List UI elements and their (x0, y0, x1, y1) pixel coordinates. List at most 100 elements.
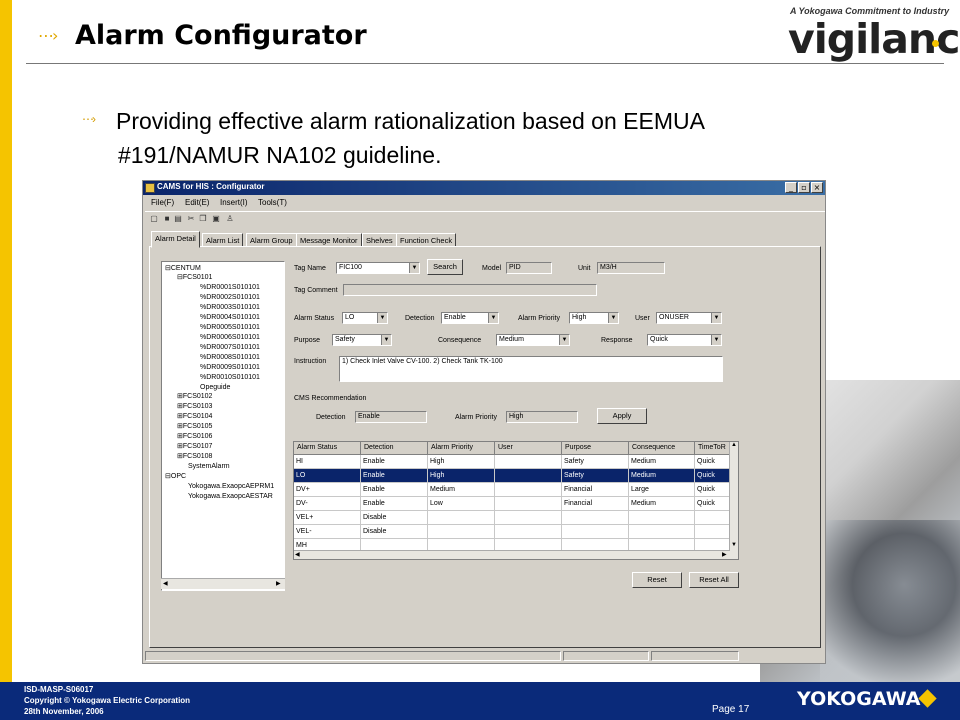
table-cell[interactable] (495, 525, 562, 539)
tree-node[interactable]: SystemAlarm (188, 462, 230, 471)
scroll-up-icon[interactable]: ▲ (731, 442, 737, 448)
table-cell[interactable]: VEL- (294, 525, 361, 539)
table-cell[interactable]: Financial (562, 497, 629, 511)
tree-node[interactable]: ⊞FCS0104 (177, 412, 212, 421)
close-button[interactable]: × (811, 182, 823, 193)
table-cell[interactable]: Quick (695, 497, 730, 511)
chevron-down-icon[interactable]: ▼ (409, 263, 419, 273)
tree-node[interactable]: %DR0002S010101 (200, 293, 260, 302)
tree-node[interactable]: %DR0004S010101 (200, 313, 260, 322)
tree-node[interactable]: Yokogawa.ExaopcAESTAR (188, 492, 273, 501)
chevron-down-icon[interactable]: ▼ (488, 313, 498, 323)
purpose-select[interactable]: Safety ▼ (332, 334, 392, 346)
grid-vertical-scrollbar[interactable]: ▲ ▼ (729, 442, 738, 559)
tree-node[interactable]: %DR0007S010101 (200, 343, 260, 352)
table-cell[interactable]: Quick (695, 483, 730, 497)
tree-node[interactable]: ⊟FCS0101 (177, 273, 212, 282)
tree-node[interactable]: ⊞FCS0106 (177, 432, 212, 441)
chevron-down-icon[interactable]: ▼ (559, 335, 569, 345)
table-cell[interactable] (562, 525, 629, 539)
table-cell[interactable]: Enable (361, 483, 428, 497)
table-cell[interactable]: Low (428, 497, 495, 511)
table-cell[interactable] (629, 525, 695, 539)
tree-node[interactable]: %DR0001S010101 (200, 283, 260, 292)
table-row[interactable]: VEL+ Disable (294, 511, 730, 525)
table-cell[interactable] (562, 511, 629, 525)
menu-insert[interactable]: Insert(I) (220, 198, 248, 207)
tab-shelves[interactable]: Shelves (362, 233, 397, 247)
chevron-down-icon[interactable]: ▼ (711, 335, 721, 345)
chevron-down-icon[interactable]: ▼ (381, 335, 391, 345)
table-row[interactable]: DV- Enable Low Financial Medium Quick (294, 497, 730, 511)
grid-horizontal-scrollbar[interactable]: ◀ ▶ (294, 550, 730, 559)
new-icon[interactable]: ▢ (149, 214, 159, 224)
table-cell[interactable] (495, 497, 562, 511)
scroll-left-icon[interactable]: ◀ (163, 580, 168, 587)
find-icon[interactable]: ♙ (225, 214, 235, 224)
maximize-button[interactable]: ▫ (798, 182, 810, 193)
table-cell[interactable]: Quick (695, 469, 730, 483)
tab-alarm-detail[interactable]: Alarm Detail (151, 231, 200, 248)
grid-header-cell[interactable]: Alarm Priority (428, 442, 495, 455)
reset-button[interactable]: Reset (632, 572, 682, 588)
table-cell[interactable]: High (428, 469, 495, 483)
minimize-button[interactable]: _ (785, 182, 797, 193)
scroll-right-icon[interactable]: ▶ (276, 580, 281, 587)
tree-node[interactable]: Yokogawa.ExaopcAEPRM1 (188, 482, 274, 491)
alarm-status-select[interactable]: LO ▼ (342, 312, 388, 324)
table-cell[interactable]: Medium (428, 483, 495, 497)
scroll-right-icon[interactable]: ▶ (722, 551, 727, 558)
table-cell[interactable]: DV+ (294, 483, 361, 497)
tree-node[interactable]: ⊞FCS0105 (177, 422, 212, 431)
detection-select[interactable]: Enable ▼ (441, 312, 499, 324)
table-cell[interactable]: LO (294, 469, 361, 483)
tree-node[interactable]: %DR0005S010101 (200, 323, 260, 332)
tree-node[interactable]: ⊟OPC (165, 472, 186, 481)
table-cell[interactable]: Safety (562, 455, 629, 469)
table-cell[interactable] (695, 511, 730, 525)
print-icon[interactable]: ▤ (173, 214, 183, 224)
table-cell[interactable] (428, 525, 495, 539)
tree-node[interactable]: %DR0006S010101 (200, 333, 260, 342)
table-cell[interactable]: DV- (294, 497, 361, 511)
grid-header-cell[interactable]: TimeToR (695, 442, 730, 455)
tree-node[interactable]: %DR0003S010101 (200, 303, 260, 312)
table-cell[interactable]: Safety (562, 469, 629, 483)
scroll-down-icon[interactable]: ▼ (731, 542, 737, 548)
tree-node[interactable]: Opeguide (200, 383, 230, 392)
save-icon[interactable]: ■ (162, 214, 172, 224)
table-cell[interactable]: Enable (361, 469, 428, 483)
tree-horizontal-scrollbar[interactable]: ◀ ▶ (161, 578, 285, 589)
tree-node[interactable]: %DR0009S010101 (200, 363, 260, 372)
table-cell[interactable]: Disable (361, 511, 428, 525)
chevron-down-icon[interactable]: ▼ (711, 313, 721, 323)
table-cell[interactable]: Disable (361, 525, 428, 539)
user-select[interactable]: ONUSER ▼ (656, 312, 722, 324)
search-button[interactable]: Search (427, 259, 463, 275)
table-cell[interactable]: VEL+ (294, 511, 361, 525)
table-cell[interactable]: Financial (562, 483, 629, 497)
menu-file[interactable]: File(F) (151, 198, 174, 207)
grid-header-cell[interactable]: Purpose (562, 442, 629, 455)
tree-node[interactable]: ⊞FCS0102 (177, 392, 212, 401)
tab-function-check[interactable]: Function Check (396, 233, 457, 247)
table-cell[interactable] (495, 469, 562, 483)
table-row[interactable]: LO Enable High Safety Medium Quick (294, 469, 730, 483)
cut-icon[interactable]: ✂ (186, 214, 196, 224)
menu-edit[interactable]: Edit(E) (185, 198, 209, 207)
menu-tools[interactable]: Tools(T) (258, 198, 287, 207)
tree-node[interactable]: ⊟CENTUM (165, 264, 201, 273)
consequence-select[interactable]: Medium ▼ (496, 334, 570, 346)
table-row[interactable]: HI Enable High Safety Medium Quick (294, 455, 730, 469)
table-cell[interactable]: Medium (629, 455, 695, 469)
grid-header-cell[interactable]: User (495, 442, 562, 455)
table-cell[interactable]: Enable (361, 455, 428, 469)
table-cell[interactable]: High (428, 455, 495, 469)
tag-tree[interactable]: ⊟CENTUM ⊟FCS0101 %DR0001S010101 %DR0002S… (161, 261, 285, 591)
grid-header-cell[interactable]: Alarm Status (294, 442, 361, 455)
tree-node[interactable]: %DR0008S010101 (200, 353, 260, 362)
scroll-left-icon[interactable]: ◀ (295, 551, 300, 558)
table-cell[interactable]: Large (629, 483, 695, 497)
chevron-down-icon[interactable]: ▼ (377, 313, 387, 323)
table-cell[interactable]: Medium (629, 469, 695, 483)
